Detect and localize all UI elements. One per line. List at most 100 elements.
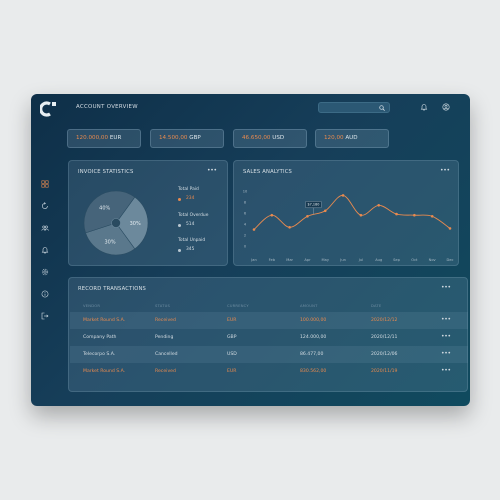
- balance-amount: 46.650,00: [242, 135, 271, 141]
- cell-status: Cancelled: [155, 352, 178, 357]
- column-header-status[interactable]: STATUS: [155, 304, 170, 308]
- tooltip-text: $7,180: [308, 203, 320, 207]
- sales-more-button[interactable]: •••: [440, 167, 450, 174]
- cell-date: 2020/12/12: [371, 318, 398, 323]
- data-point[interactable]: [288, 226, 291, 229]
- search-box[interactable]: [318, 102, 390, 113]
- balance-amount: 120.000,00: [76, 135, 109, 141]
- transactions-more-button[interactable]: •••: [441, 284, 451, 291]
- legend-dot-overdue: [178, 224, 181, 227]
- x-tick-label: Jan: [250, 258, 257, 262]
- cell-amount: 830.562,00: [300, 369, 327, 374]
- legend-label-overdue: Total Overdue: [178, 213, 209, 218]
- legend-label-paid: Total Paid: [178, 187, 199, 192]
- x-tick-label: Nov: [429, 258, 437, 262]
- table-row[interactable]: Telecorpo S.A. Cancelled USD 86.477,00 2020/…: [70, 346, 468, 363]
- cell-amount: 86.477,00: [300, 352, 324, 357]
- y-tick-label: 2: [244, 234, 246, 238]
- table-row[interactable]: Market Round S.A. Received EUR 830.562,00 20…: [70, 363, 468, 380]
- row-more-button[interactable]: •••: [441, 333, 451, 340]
- search-input[interactable]: [323, 104, 377, 112]
- cell-currency: EUR: [227, 318, 237, 323]
- data-point[interactable]: [270, 213, 274, 217]
- column-header-amount[interactable]: AMOUNT: [300, 304, 318, 308]
- dashboard-icon[interactable]: [41, 180, 49, 188]
- pie-slice-label: 30%: [130, 221, 141, 227]
- cell-currency: USD: [227, 352, 237, 357]
- sales-analytics-panel: SALES ANALYTICS ••• 0 2 4 6 8 10 Jan Feb Mar Apr M…: [233, 160, 459, 266]
- row-more-button[interactable]: •••: [441, 367, 451, 374]
- balance-card-usd[interactable]: 46.650,00 USD: [233, 129, 307, 148]
- pie-slice-label: 40%: [99, 205, 110, 211]
- x-tick-label: Feb: [269, 258, 276, 262]
- notification-bell-icon[interactable]: [420, 103, 428, 111]
- x-tick-label: Apr: [304, 258, 311, 262]
- cell-vendor: Telecorpo S.A.: [83, 352, 116, 357]
- sales-line-chart: 0 2 4 6 8 10 Jan Feb Mar Apr May Jun Jul Aug Sep Oct Nov…: [243, 190, 454, 263]
- pie-center: [111, 218, 121, 228]
- page-title: ACCOUNT OVERVIEW: [76, 104, 138, 110]
- y-tick-label: 10: [243, 190, 248, 194]
- legend-value-paid: 234: [186, 196, 195, 201]
- cell-date: 2020/12/06: [371, 352, 398, 357]
- column-header-vendor[interactable]: VENDOR: [83, 304, 100, 308]
- cell-status: Pending: [155, 335, 174, 340]
- data-point[interactable]: [252, 228, 256, 231]
- row-more-button[interactable]: •••: [441, 316, 451, 323]
- row-more-button[interactable]: •••: [441, 350, 451, 357]
- user-profile-icon[interactable]: [442, 103, 450, 111]
- search-icon[interactable]: [379, 105, 385, 111]
- data-point[interactable]: [306, 215, 309, 218]
- transactions-panel: RECORD TRANSACTIONS ••• VENDOR STATUS CU…: [68, 277, 468, 392]
- y-tick-label: 8: [244, 201, 247, 205]
- balance-currency: GBP: [189, 135, 201, 141]
- logout-icon[interactable]: [41, 312, 49, 320]
- invoice-statistics-panel: INVOICE STATISTICS ••• 30% 30% 40% Total P…: [68, 160, 228, 266]
- x-tick-label: Jul: [358, 258, 363, 262]
- panel-title: INVOICE STATISTICS: [78, 169, 134, 175]
- data-point[interactable]: [323, 209, 327, 213]
- logo-icon: [40, 101, 56, 117]
- x-tick-label: Jun: [339, 258, 346, 262]
- balance-card-aud[interactable]: 120,00 AUD: [315, 129, 389, 148]
- info-icon[interactable]: [41, 290, 49, 298]
- legend-value-unpaid: 345: [186, 247, 195, 252]
- bell-icon[interactable]: [41, 246, 49, 254]
- pie-slice-label: 30%: [105, 239, 116, 245]
- invoice-more-button[interactable]: •••: [207, 167, 217, 174]
- legend-dot-unpaid: [178, 249, 181, 252]
- data-point[interactable]: [341, 194, 345, 197]
- legend-value-overdue: 514: [186, 222, 195, 227]
- legend-label-unpaid: Total Unpaid: [178, 238, 206, 243]
- cell-date: 2020/11/19: [371, 369, 398, 374]
- x-tick-label: Mar: [286, 258, 293, 262]
- cell-currency: EUR: [227, 369, 237, 374]
- users-icon[interactable]: [41, 224, 49, 232]
- balance-card-gbp[interactable]: 14.500,00 GBP: [150, 129, 224, 148]
- legend-dot-paid: [178, 198, 181, 201]
- data-point[interactable]: [359, 213, 363, 217]
- panel-title: RECORD TRANSACTIONS: [78, 286, 147, 292]
- data-point[interactable]: [430, 215, 434, 218]
- balance-card-eur[interactable]: 120.000,00 EUR: [67, 129, 141, 148]
- data-point[interactable]: [448, 227, 452, 230]
- table-row[interactable]: Company Path Pending GBP 124.000,00 2020/12/…: [70, 329, 468, 346]
- cell-vendor: Market Round S.A.: [83, 318, 126, 323]
- cell-amount: 100.000,00: [300, 318, 327, 323]
- cell-status: Received: [155, 318, 176, 323]
- settings-icon[interactable]: [41, 268, 49, 276]
- data-point[interactable]: [413, 213, 416, 217]
- x-tick-label: Oct: [411, 258, 418, 262]
- column-header-date[interactable]: DATE: [371, 304, 381, 308]
- refresh-icon[interactable]: [41, 202, 49, 210]
- column-header-currency[interactable]: CURRENCY: [227, 304, 249, 308]
- x-tick-label: Aug: [375, 258, 382, 262]
- data-point[interactable]: [377, 204, 381, 207]
- data-point[interactable]: [395, 212, 398, 216]
- balance-currency: USD: [272, 135, 285, 141]
- balance-amount: 120,00: [324, 135, 344, 141]
- table-row[interactable]: Market Round S.A. Received EUR 100.000,00 20…: [70, 312, 468, 329]
- y-tick-label: 6: [244, 212, 247, 216]
- x-tick-label: Sep: [393, 258, 400, 262]
- invoice-pie-chart: 30% 30% 40%: [83, 190, 149, 256]
